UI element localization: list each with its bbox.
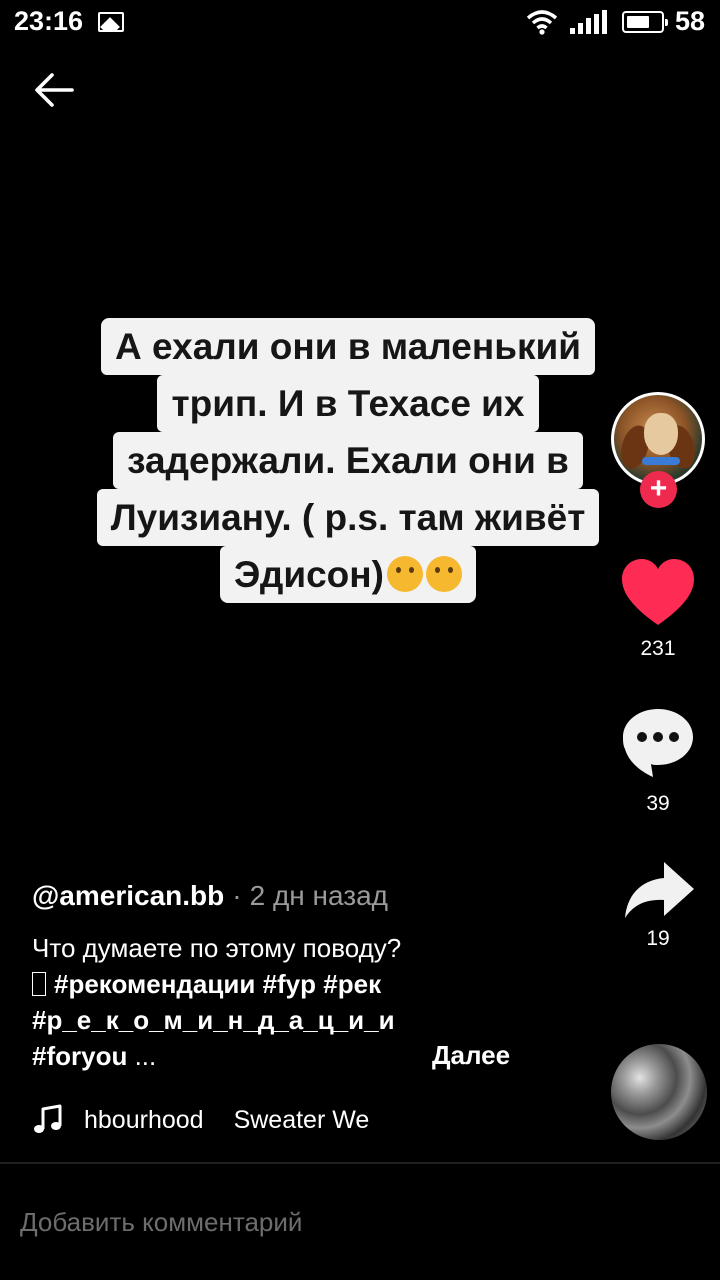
caption-line: трип. И в Техасе их xyxy=(157,375,539,432)
emoji-hand-over-mouth xyxy=(386,556,423,592)
video-caption: А ехали они в маленький трип. И в Техасе… xyxy=(60,318,636,603)
unknown-glyph-icon xyxy=(32,972,46,996)
hashtag[interactable]: #р_е_к_о_м_и_н_д_а_ц_и_и xyxy=(32,1005,395,1035)
battery-icon xyxy=(622,11,668,33)
wifi-icon xyxy=(526,10,558,35)
music-title-part: Sweater We xyxy=(233,1105,370,1134)
hashtag[interactable]: #foryou xyxy=(32,1041,127,1071)
gallery-icon xyxy=(98,12,124,32)
hashtag[interactable]: #fyp xyxy=(263,969,316,999)
share-arrow-icon[interactable] xyxy=(622,860,696,922)
emoji-thinking xyxy=(425,556,462,592)
music-disc[interactable] xyxy=(611,1044,707,1140)
battery-level: 58 xyxy=(675,6,706,36)
arrow-left-icon[interactable] xyxy=(30,66,78,114)
caption-line-text: Эдисон) xyxy=(234,554,384,595)
hashtag[interactable]: #рек xyxy=(323,969,381,999)
status-time: 23:16 xyxy=(14,6,84,36)
comment-icon[interactable] xyxy=(620,706,696,780)
heart-icon[interactable] xyxy=(620,558,696,628)
ellipsis: ... xyxy=(134,1041,157,1071)
comment-input[interactable]: Добавить комментарий xyxy=(20,1196,700,1248)
share-count: 19 xyxy=(646,927,670,950)
post-meta: @american.bb · 2 дн назад xyxy=(32,880,388,912)
music-title-part: hbourhood xyxy=(84,1105,204,1134)
post-time: 2 дн назад xyxy=(249,880,388,911)
hashtag-line: #рекомендации #fyp #рек xyxy=(32,966,532,1002)
caption-line-last: Эдисон) xyxy=(220,546,476,603)
divider xyxy=(0,1162,720,1164)
hashtag-line: #р_е_к_о_м_и_н_д_а_ц_и_и xyxy=(32,1002,532,1038)
status-bar: 23:16 58 xyxy=(0,0,720,46)
more-button[interactable]: Далее xyxy=(432,1040,510,1071)
comment-count: 39 xyxy=(646,792,670,815)
caption-line: задержали. Ехали они в xyxy=(113,432,583,489)
like-count: 231 xyxy=(640,637,676,660)
hashtag[interactable]: #рекомендации xyxy=(54,969,255,999)
caption-line: А ехали они в маленький xyxy=(101,318,595,375)
follow-plus-button[interactable]: + xyxy=(640,471,677,508)
signal-icon xyxy=(570,10,607,34)
caption-line: Луизиану. ( p.s. там живёт xyxy=(96,489,600,546)
description-text: Что думаете по этому поводу? xyxy=(32,933,402,963)
meta-separator: · xyxy=(232,880,242,911)
music-track[interactable]: hbourhood Sweater We xyxy=(32,1102,369,1138)
author-username[interactable]: @american.bb xyxy=(32,880,224,911)
music-note-icon xyxy=(34,1104,62,1133)
